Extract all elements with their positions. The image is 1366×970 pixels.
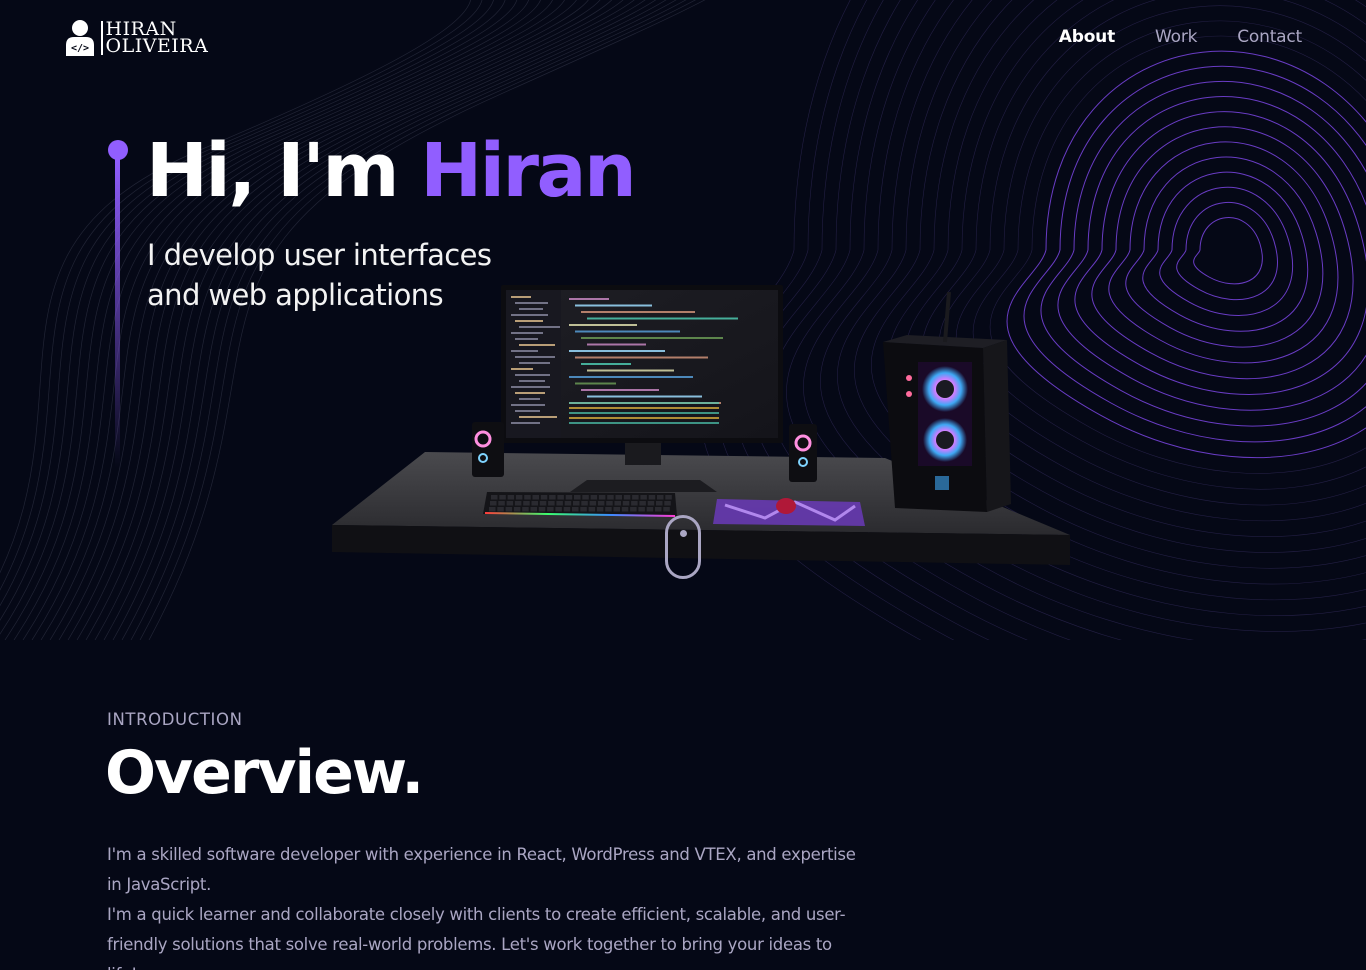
hero-accent-bar [115, 158, 120, 468]
mouse-scroll-icon[interactable] [665, 515, 701, 579]
section-title: Overview. [105, 738, 424, 808]
pc-tower [883, 291, 1011, 512]
speaker-left [472, 422, 504, 477]
mouse [776, 498, 796, 514]
nav-link-contact[interactable]: Contact [1237, 27, 1302, 47]
brand-logo[interactable]: </> HIRAN OLIVEIRA [64, 19, 208, 57]
nav-links: About Work Contact [1059, 27, 1302, 47]
monitor-base [570, 480, 717, 492]
nav-link-work[interactable]: Work [1155, 27, 1197, 47]
section-subtitle: Introduction [107, 710, 243, 729]
monitor-stand [625, 443, 661, 465]
hero-subtitle-line1: I develop user interfaces [147, 238, 492, 272]
hero-title: Hi, I'm Hiran [146, 128, 637, 214]
user-code-icon: </> [64, 19, 96, 57]
hero-greeting: Hi, I'm [146, 128, 421, 214]
scroll-indicator [680, 530, 687, 537]
hero-name: Hiran [420, 128, 636, 214]
logo-divider [101, 21, 103, 55]
desk-setup-canvas[interactable] [325, 280, 1085, 580]
navbar: </> HIRAN OLIVEIRA About Work Contact [0, 0, 1366, 80]
svg-text:</>: </> [71, 43, 89, 54]
nav-link-about[interactable]: About [1059, 27, 1115, 47]
brand-name-line2: OLIVEIRA [105, 35, 209, 57]
hero-accent-dot [108, 140, 128, 160]
overview-paragraph-1: I'm a skilled software developer with ex… [107, 845, 856, 894]
overview-paragraph-2: I'm a quick learner and collaborate clos… [107, 905, 846, 970]
hero-accent-line [108, 140, 128, 470]
speaker-right [789, 424, 817, 482]
brand-name: HIRAN OLIVEIRA [105, 20, 209, 57]
overview-text: I'm a skilled software developer with ex… [107, 840, 867, 970]
